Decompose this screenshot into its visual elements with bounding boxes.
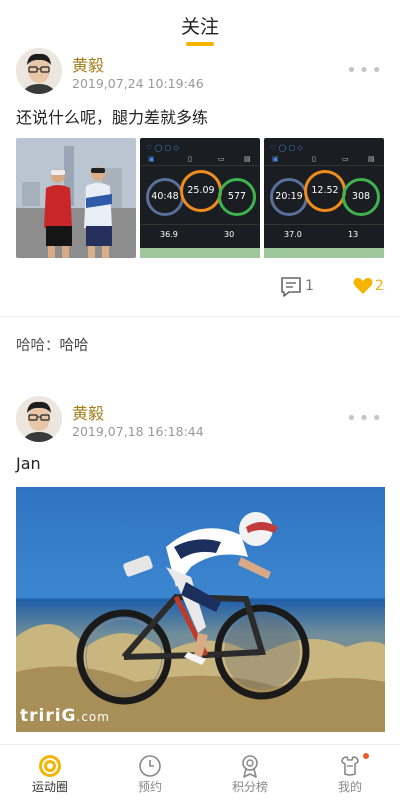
- avatar[interactable]: [16, 396, 62, 442]
- tab-label: 积分榜: [231, 780, 268, 794]
- photo-watermark: tririG.com: [20, 706, 110, 726]
- author-name[interactable]: 黄毅: [72, 400, 104, 424]
- post-card: 黄毅 2019,07,18 16:18:44 ••• Jan tririG.co…: [0, 0, 400, 744]
- tab-label: 我的: [337, 780, 362, 794]
- clock-icon: [138, 754, 162, 778]
- tools-icon: [338, 754, 362, 778]
- tab-leaderboard[interactable]: 积分榜: [200, 745, 300, 800]
- post-image-cyclist[interactable]: tririG.com: [16, 487, 385, 732]
- medal-icon: [238, 754, 262, 778]
- tab-mine[interactable]: 我的: [300, 745, 400, 800]
- cyclist-photo: [16, 487, 385, 732]
- more-options-icon[interactable]: •••: [346, 408, 384, 429]
- tab-sports-circle[interactable]: 运动圈: [0, 745, 100, 800]
- watermark-suffix: .com: [76, 710, 110, 724]
- bottom-tab-bar: 运动圈 预约 积分榜 我的: [0, 744, 400, 800]
- avatar-image: [16, 396, 62, 442]
- post-text: Jan: [16, 454, 41, 473]
- tab-label: 运动圈: [31, 780, 68, 794]
- notification-badge: [363, 753, 369, 759]
- tab-label: 预约: [137, 780, 162, 794]
- watermark-brand: tririG: [20, 706, 77, 726]
- post-time: 2019,07,18 16:18:44: [72, 424, 204, 439]
- target-icon: [38, 754, 62, 778]
- tab-booking[interactable]: 预约: [100, 745, 200, 800]
